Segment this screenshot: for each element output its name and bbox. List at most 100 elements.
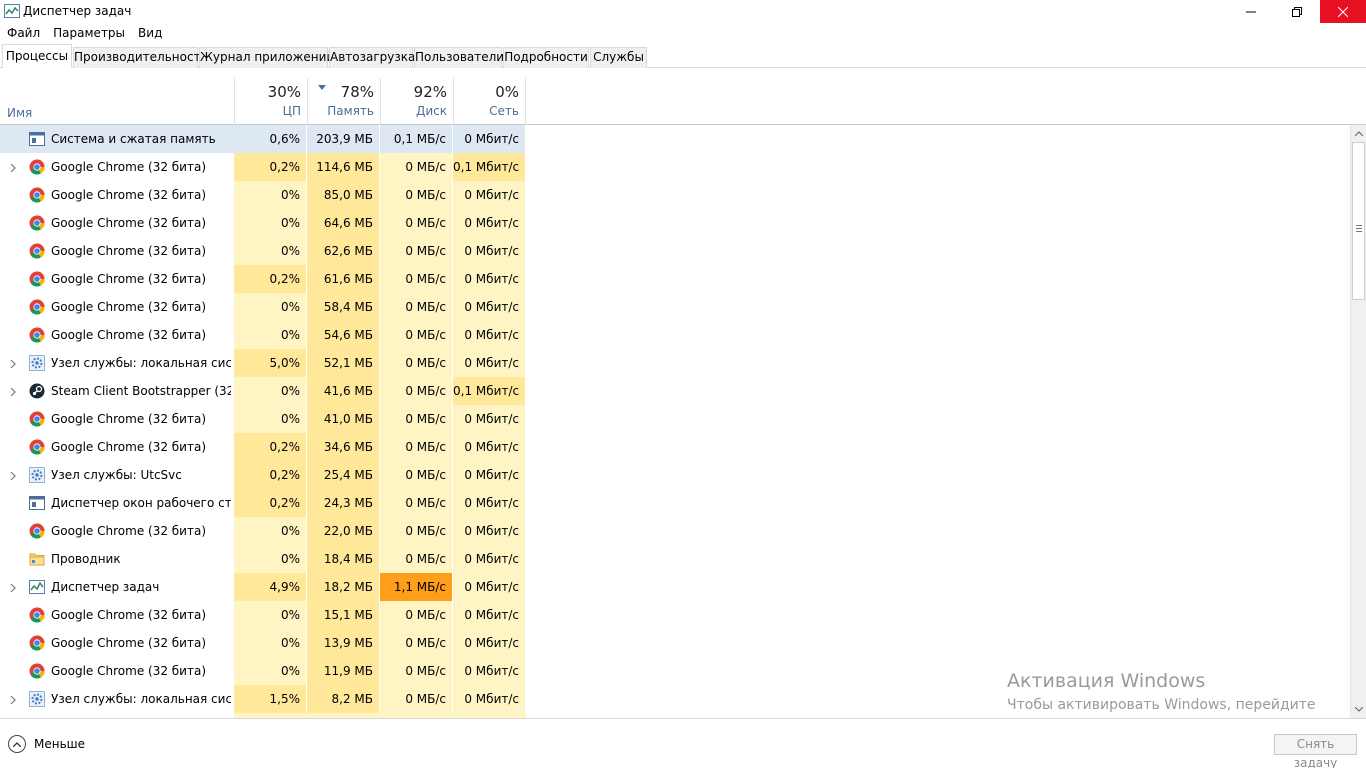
process-row[interactable]: Google Chrome (32 бита) 0% 64,6 МБ 0 МБ/с 0 …: [0, 209, 1350, 237]
scroll-down-button[interactable]: [1351, 701, 1366, 718]
close-button[interactable]: [1320, 0, 1366, 23]
process-row[interactable]: Google Chrome (32 бита) 0,2% 34,6 МБ 0 МБ/с…: [0, 433, 1350, 461]
tab-processes[interactable]: Процессы: [2, 44, 72, 69]
chevron-right-icon[interactable]: [9, 162, 17, 173]
tab-performance[interactable]: Производительность: [73, 47, 208, 68]
header-name[interactable]: Имя: [7, 106, 32, 120]
steam-icon: [29, 383, 45, 399]
memory-value: 62,6 МБ: [307, 237, 380, 265]
disk-value: 0 МБ/с: [380, 321, 453, 349]
restore-button[interactable]: [1274, 0, 1320, 23]
network-value: 0 Мбит/с: [453, 489, 526, 517]
process-row[interactable]: Проводник 0% 18,4 МБ 0 МБ/с 0 Мбит/с: [0, 545, 1350, 573]
disk-value: 0 МБ/с: [380, 405, 453, 433]
menu-view[interactable]: Вид: [138, 26, 162, 40]
fewer-details-button[interactable]: Меньше: [8, 735, 85, 753]
chevron-up-circle-icon: [8, 735, 26, 753]
process-row[interactable]: Google Chrome (32 бита) 0% 58,4 МБ 0 МБ/с 0 …: [0, 293, 1350, 321]
process-row[interactable]: Google Chrome (32 бита) 0% 15,1 МБ 0 МБ/с 0 …: [0, 601, 1350, 629]
restore-icon: [1292, 6, 1302, 17]
process-row[interactable]: Узел службы: локальная сист... 5,0% 52,1 М…: [0, 349, 1350, 377]
chrome-icon: [29, 159, 45, 175]
network-value: 0,1 Мбит/с: [453, 377, 526, 405]
memory-value: 13,9 МБ: [307, 629, 380, 657]
process-row[interactable]: Google Chrome (32 бита) 0% 62,6 МБ 0 МБ/с 0 …: [0, 237, 1350, 265]
folder-icon: [29, 551, 45, 567]
process-row[interactable]: Google Chrome (32 бита) 0% 13,9 МБ 0 МБ/с 0 …: [0, 629, 1350, 657]
scroll-up-button[interactable]: [1351, 125, 1366, 142]
disk-value: 0 МБ/с: [380, 349, 453, 377]
scrollbar-thumb[interactable]: [1352, 142, 1365, 300]
end-task-button[interactable]: Снять задачу: [1274, 734, 1357, 768]
tab-startup[interactable]: Автозагрузка: [329, 47, 415, 68]
process-row[interactable]: Google Chrome (32 бита) 0,2% 114,6 МБ 0 МБ/…: [0, 153, 1350, 181]
chevron-right-icon[interactable]: [9, 582, 17, 593]
minimize-button[interactable]: [1228, 0, 1274, 23]
cpu-value: 5,0%: [234, 349, 307, 377]
memory-value: 58,4 МБ: [307, 293, 380, 321]
menu-file[interactable]: Файл: [7, 26, 40, 40]
tab-details[interactable]: Подробности: [503, 47, 589, 68]
tab-app-history[interactable]: Журнал приложений: [199, 47, 334, 68]
chevron-right-icon[interactable]: [9, 386, 17, 397]
gear-icon: [29, 691, 45, 707]
network-value: 0 Мбит/с: [453, 237, 526, 265]
network-value: 0 Мбит/с: [453, 517, 526, 545]
memory-value: 41,0 МБ: [307, 405, 380, 433]
memory-value: 25,4 МБ: [307, 461, 380, 489]
memory-value: 64,6 МБ: [307, 209, 380, 237]
process-name: Google Chrome (32 бита): [51, 188, 207, 202]
process-row[interactable]: Google Chrome (32 бита) 0% 54,6 МБ 0 МБ/с 0 …: [0, 321, 1350, 349]
header-disk[interactable]: 92% Диск: [380, 78, 453, 125]
process-row[interactable]: Диспетчер окон рабочего сто... 0,2% 24,3 М…: [0, 489, 1350, 517]
process-row[interactable]: Система и сжатая память 0,6% 203,9 МБ 0,1 М…: [0, 125, 1350, 153]
process-name: Google Chrome (32 бита): [51, 412, 207, 426]
disk-value: 0 МБ/с: [380, 545, 453, 573]
disk-value: 0 МБ/с: [380, 377, 453, 405]
disk-value: 0 МБ/с: [380, 489, 453, 517]
disk-value: 0 МБ/с: [380, 657, 453, 685]
network-value: 0 Мбит/с: [453, 601, 526, 629]
tab-strip: Процессы Производительность Журнал прило…: [0, 43, 1366, 69]
tab-services[interactable]: Службы: [590, 47, 647, 68]
disk-value: 0 МБ/с: [380, 181, 453, 209]
taskmgr-icon: [29, 579, 45, 595]
header-memory-label: Память: [327, 104, 374, 118]
header-network-label: Сеть: [489, 104, 519, 118]
disk-value: 0 МБ/с: [380, 293, 453, 321]
vertical-scrollbar[interactable]: [1350, 125, 1366, 718]
header-cpu[interactable]: 30% ЦП: [234, 78, 307, 125]
process-row[interactable]: Google Chrome (32 бита) 0% 85,0 МБ 0 МБ/с 0 …: [0, 181, 1350, 209]
tab-users[interactable]: Пользователи: [414, 47, 504, 68]
gear-icon: [29, 355, 45, 371]
chevron-right-icon[interactable]: [9, 358, 17, 369]
process-row[interactable]: Google Chrome (32 бита) 0,2% 61,6 МБ 0 МБ/с…: [0, 265, 1350, 293]
process-name: Диспетчер задач: [51, 580, 160, 594]
chevron-right-icon[interactable]: [9, 470, 17, 481]
memory-value: 34,6 МБ: [307, 433, 380, 461]
process-row[interactable]: Google Chrome (32 бита) 0% 22,0 МБ 0 МБ/с 0 …: [0, 517, 1350, 545]
process-name: Google Chrome (32 бита): [51, 608, 207, 622]
process-row[interactable]: Steam Client Bootstrapper (32 б...0%41,6…: [0, 377, 1350, 405]
process-name: Google Chrome (32 бита): [51, 328, 207, 342]
process-name: Узел службы: локальная сист...: [51, 356, 231, 370]
cpu-value: 0%: [234, 601, 307, 629]
watermark-title: Активация Windows: [1007, 670, 1206, 692]
network-value: 0 Мбит/с: [453, 125, 526, 153]
network-value: 0 Мбит/с: [453, 293, 526, 321]
menu-bar: Файл Параметры Вид: [0, 23, 1366, 43]
cpu-value: 0%: [234, 517, 307, 545]
network-value: 0 Мбит/с: [453, 321, 526, 349]
network-value: 0 Мбит/с: [453, 349, 526, 377]
disk-value: 0 МБ/с: [380, 629, 453, 657]
menu-options[interactable]: Параметры: [53, 26, 125, 40]
process-row[interactable]: Диспетчер задач 4,9% 18,2 МБ 1,1 МБ/с 0 Мбит…: [0, 573, 1350, 601]
process-row[interactable]: Узел службы: UtcSvc 0,2% 25,4 МБ 0 МБ/с 0 Мб…: [0, 461, 1350, 489]
chevron-right-icon[interactable]: [9, 694, 17, 705]
header-network[interactable]: 0% Сеть: [453, 78, 526, 125]
process-row[interactable]: Google Chrome (32 бита) 0% 41,0 МБ 0 МБ/с 0 …: [0, 405, 1350, 433]
chevron-up-icon: [1355, 131, 1363, 136]
process-name: Проводник: [51, 552, 121, 566]
chrome-icon: [29, 299, 45, 315]
process-list: Система и сжатая память 0,6% 203,9 МБ 0,1 М…: [0, 125, 1350, 718]
